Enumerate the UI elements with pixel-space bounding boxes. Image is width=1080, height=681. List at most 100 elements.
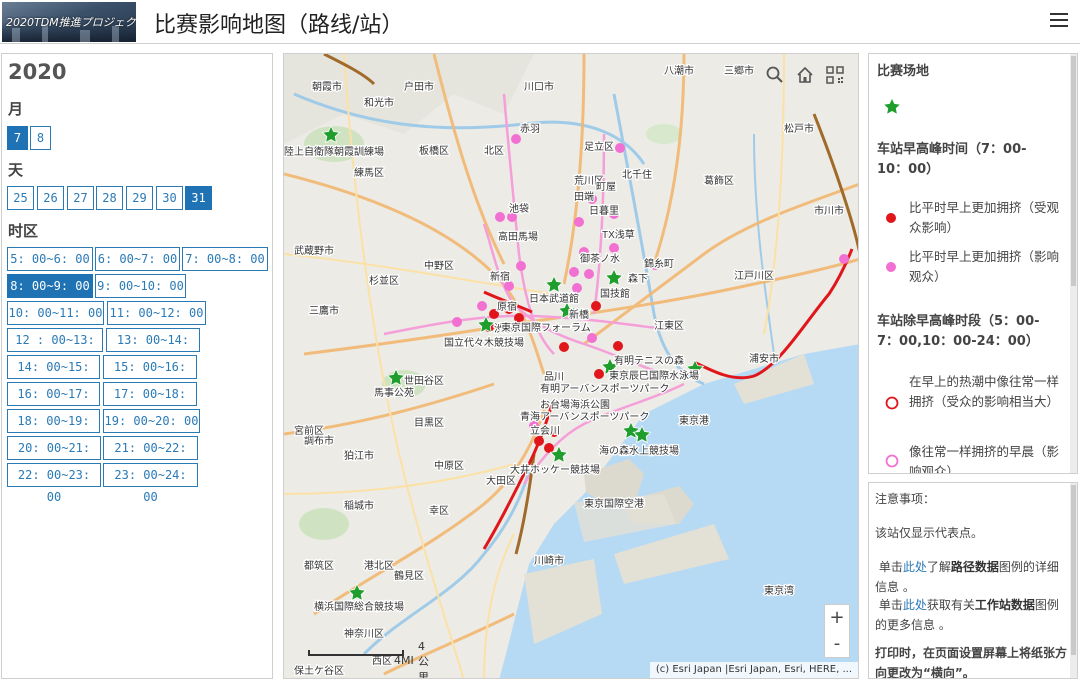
map-place-label: 錦糸町: [644, 257, 674, 270]
time-slot-chip[interactable]: 5: 00~6: 00: [7, 247, 93, 271]
map-place-label: 国立代々木競技場: [444, 336, 524, 349]
map-place-label: 町屋: [596, 181, 616, 193]
map-view[interactable]: 朝霞市 和光市 户田市 川口市 八潮市 三郷市 赤羽 足立区 練馬区 板橋区 北区 荒川区 葛飾区 北千住…: [283, 53, 859, 679]
map-place-label: 户田市: [404, 80, 434, 93]
pink-dot-icon: [886, 262, 896, 272]
map-place-label: 東京国際空港: [584, 497, 644, 510]
map-place-label: 稲城市: [344, 499, 374, 512]
map-place-label: 東京辰巳国際水泳場: [609, 369, 699, 382]
logo-building: [80, 30, 90, 42]
map-place-label: 大田区: [486, 474, 516, 487]
time-slot-chip[interactable]: 13: 00~14: 00: [106, 328, 200, 369]
map-place-label: 北区: [484, 145, 504, 157]
time-slot-chip[interactable]: 12 : 00~13: 00: [7, 328, 103, 369]
time-slot-chip[interactable]: 10: 00~11: 00: [7, 301, 104, 325]
map-place-label: 宮前区: [294, 424, 324, 437]
time-slot-chip[interactable]: 22: 00~23: 00: [7, 463, 101, 504]
map-place-label: 中原区: [434, 459, 464, 472]
map-place-label: 馬事公苑: [374, 386, 414, 399]
day-chip[interactable]: 31: [185, 186, 212, 210]
day-label: 天: [8, 161, 24, 179]
time-slot-chip[interactable]: 20: 00~21: 00: [7, 436, 101, 477]
map-place-label: TX浅草: [602, 228, 635, 241]
notes-bold-text: 工作站数据: [974, 598, 1035, 612]
day-chip[interactable]: 28: [96, 186, 123, 210]
filter-panel: 2020 月 7 8 天 25 26 27 28 29 30 31 时区 5: …: [1, 53, 273, 679]
map-place-label: 有明アーバンスポーツパーク: [540, 382, 669, 395]
notes-station-link-line: 单击此处获取有关工作站数据图例的更多信息 。: [875, 595, 1067, 635]
time-slot-chip[interactable]: 14: 00~15: 00: [7, 355, 100, 396]
red-ring-icon: [885, 396, 899, 410]
notes-line-1: 该站仅显示代表点。: [875, 526, 984, 540]
scale-bar: 4公里 4MI: [308, 640, 429, 678]
map-place-label: 都筑区: [304, 559, 334, 572]
route-data-link[interactable]: 此处: [903, 560, 927, 574]
time-slot-chip[interactable]: 15: 00~16: 00: [103, 355, 197, 396]
time-slot-chip[interactable]: 23: 00~24: 00: [103, 463, 198, 504]
map-place-label: 足立区: [584, 140, 614, 153]
home-icon[interactable]: [794, 64, 816, 86]
map-place-label: 有明テニスの森: [614, 354, 684, 367]
map-place-label: 市川市: [814, 204, 844, 217]
time-slot-chip[interactable]: 19: 00~20: 00: [103, 409, 200, 433]
time-slot-chip[interactable]: 9: 00~10: 00: [95, 274, 186, 298]
time-slot-chip[interactable]: 6: 00~7: 00: [95, 247, 180, 271]
notes-panel: 注意事项： 该站仅显示代表点。 单击此处了解路径数据图例的详细信息 。 单击此处…: [868, 482, 1078, 679]
map-place-label: 和光市: [364, 96, 394, 109]
time-zone-label: 时区: [8, 222, 39, 240]
notes-text: 了解: [926, 560, 951, 574]
time-slot-chip[interactable]: 11: 00~12: 00: [107, 301, 206, 325]
map-place-label: 杉並区: [369, 274, 399, 287]
time-slot-chip[interactable]: 7: 00~8: 00: [182, 247, 268, 271]
map-place-label: 世田谷区: [404, 375, 444, 387]
search-icon[interactable]: [764, 64, 786, 86]
year-label: 2020: [8, 60, 67, 84]
notes-scrollbar[interactable]: [1070, 483, 1077, 678]
day-chip[interactable]: 25: [7, 186, 34, 210]
zoom-out-button[interactable]: -: [825, 631, 849, 657]
day-chip[interactable]: 26: [37, 186, 64, 210]
qr-code-icon[interactable]: [824, 64, 846, 86]
map-attribution: (c) Esri Japan |Esri Japan, Esri, HERE, …: [649, 662, 858, 678]
notes-text: 获取有关: [926, 598, 975, 612]
time-slot-chip[interactable]: 16: 00~17: 00: [7, 382, 100, 423]
month-chip[interactable]: 7: [7, 126, 28, 150]
legend-scrollbar[interactable]: [1070, 54, 1077, 473]
map-place-label: 江戸川区: [734, 270, 774, 282]
red-dot-icon: [886, 213, 896, 223]
day-chip[interactable]: 29: [126, 186, 153, 210]
time-slot-chip[interactable]: 21: 00~22: 00: [103, 436, 198, 477]
map-place-label: 原宿: [497, 300, 517, 313]
map-place-label: 海の森水上競技場: [599, 444, 679, 457]
project-logo[interactable]: 2020TDM推進プロジェクト: [2, 2, 136, 42]
hamburger-menu-icon[interactable]: [1048, 9, 1070, 33]
map-place-label: お台場海浜公園: [540, 398, 610, 411]
zoom-in-button[interactable]: +: [825, 605, 849, 631]
map-place-label: 三鷹市: [309, 304, 339, 317]
time-slot-chip[interactable]: 8: 00~9: 00: [7, 274, 93, 298]
map-place-label: 川口市: [524, 80, 554, 93]
time-slot-chip[interactable]: 17: 00~18: 00: [103, 382, 197, 423]
map-place-label: 北千住: [622, 168, 652, 181]
month-chip[interactable]: 8: [30, 126, 51, 150]
station-data-link[interactable]: 此处: [903, 598, 927, 612]
map-place-label: 幸区: [429, 505, 449, 517]
time-slot-chip[interactable]: 18: 00~19: 00: [7, 409, 100, 450]
day-chip[interactable]: 30: [156, 186, 183, 210]
map-place-label: 田端: [574, 190, 594, 203]
map-place-label: 板橋区: [419, 144, 449, 157]
scale-label-mi: 4MI: [394, 654, 414, 667]
map-place-label: 三郷市: [724, 64, 754, 77]
app-header: 2020TDM推進プロジェクト 比赛影响地图（路线/站）: [0, 0, 1080, 44]
legend-offpeak-item-1: 在早上的热潮中像往常一样拥挤（受众的影响相当大）: [909, 374, 1060, 409]
notes-text: 单击: [878, 598, 903, 612]
map-place-label: 森下: [628, 272, 648, 285]
map-place-label: 池袋: [509, 202, 529, 215]
map-place-label: 品川: [544, 371, 564, 383]
map-place-label: 立会川: [530, 424, 560, 437]
map-place-label: 新宿: [490, 270, 510, 283]
map-place-label: 青海アーバンスポーツパーク: [520, 410, 649, 423]
legend-peak-item-2: 比平时早上更加拥挤（影响观众）: [909, 249, 1060, 284]
map-place-label: 国技館: [600, 287, 630, 300]
day-chip[interactable]: 27: [67, 186, 94, 210]
